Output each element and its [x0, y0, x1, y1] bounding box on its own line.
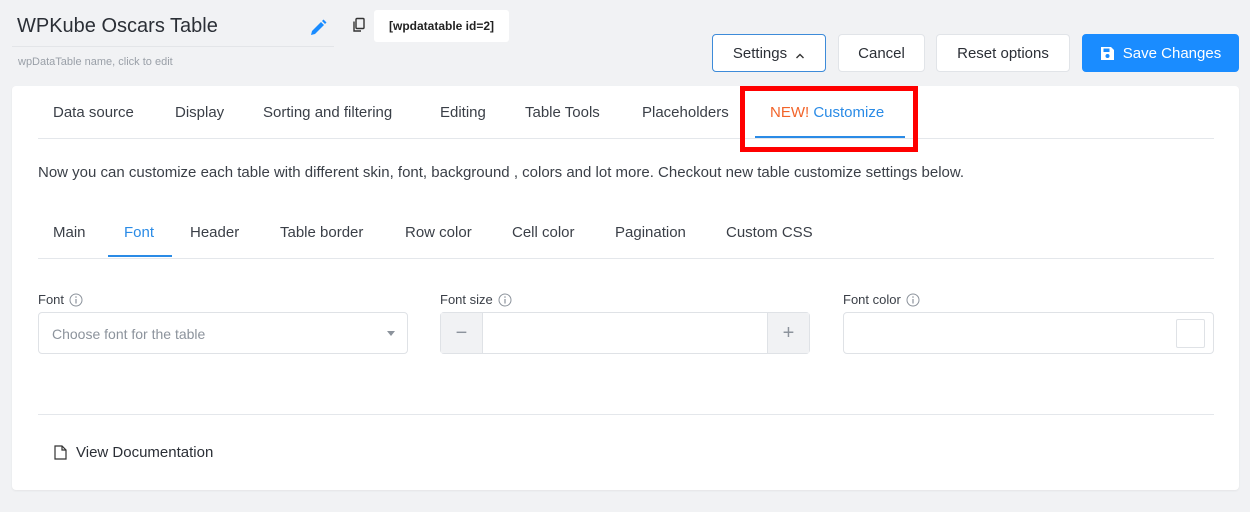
save-changes-button[interactable]: Save Changes	[1082, 34, 1239, 72]
font-label: Font	[38, 292, 65, 307]
reset-options-button[interactable]: Reset options	[936, 34, 1070, 72]
tab-editing[interactable]: Editing	[440, 104, 486, 121]
caret-down-icon	[387, 331, 395, 336]
tab-sorting-and-filtering[interactable]: Sorting and filtering	[263, 104, 392, 121]
table-name[interactable]: WPKube Oscars Table	[17, 15, 218, 38]
chevron-up-icon	[795, 48, 805, 59]
settings-tabs: Data source Display Sorting and filterin…	[38, 86, 1214, 139]
settings-panel: Data source Display Sorting and filterin…	[12, 86, 1239, 490]
pencil-icon[interactable]	[308, 18, 328, 38]
cancel-button[interactable]: Cancel	[838, 34, 925, 72]
subtab-custom-css[interactable]: Custom CSS	[726, 224, 813, 241]
subtab-header[interactable]: Header	[190, 224, 239, 241]
font-size-label: Font size	[440, 292, 493, 307]
info-icon[interactable]	[906, 293, 920, 307]
customize-info-text: Now you can customize each table with di…	[38, 164, 965, 181]
font-size-input[interactable]	[483, 313, 767, 353]
tab-customize-label: Customize	[813, 104, 885, 121]
tab-placeholders[interactable]: Placeholders	[642, 104, 729, 121]
save-changes-label: Save Changes	[1122, 44, 1222, 62]
plus-icon[interactable]: +	[767, 313, 809, 353]
font-color-field-label: Font color	[843, 292, 920, 307]
font-select-placeholder: Choose font for the table	[52, 326, 206, 342]
tab-table-tools[interactable]: Table Tools	[525, 104, 600, 121]
subtab-cell-color[interactable]: Cell color	[512, 224, 575, 241]
divider	[38, 414, 1214, 415]
shortcode-badge[interactable]: [wpdatatable id=2]	[374, 10, 509, 42]
minus-icon[interactable]: −	[441, 313, 483, 353]
table-name-field[interactable]: WPKube Oscars Table	[12, 4, 334, 47]
color-swatch[interactable]	[1176, 319, 1205, 348]
font-field-label: Font	[38, 292, 83, 307]
copy-icon[interactable]	[351, 17, 367, 33]
font-color-picker[interactable]	[843, 312, 1214, 354]
font-size-field-label: Font size	[440, 292, 512, 307]
view-documentation-label: View Documentation	[76, 444, 214, 461]
active-tab-indicator	[755, 136, 905, 138]
info-icon[interactable]	[69, 293, 83, 307]
active-subtab-indicator	[108, 255, 172, 257]
font-color-label: Font color	[843, 292, 901, 307]
tab-data-source[interactable]: Data source	[53, 104, 134, 121]
new-badge: NEW!	[770, 104, 810, 121]
subtab-table-border[interactable]: Table border	[280, 224, 363, 241]
font-select[interactable]: Choose font for the table	[38, 312, 408, 354]
tab-customize[interactable]: NEW! Customize	[770, 104, 884, 121]
subtab-pagination[interactable]: Pagination	[615, 224, 686, 241]
font-size-stepper[interactable]: − +	[440, 312, 810, 354]
view-documentation-link[interactable]: View Documentation	[54, 444, 213, 461]
subtab-font[interactable]: Font	[124, 224, 154, 241]
info-icon[interactable]	[498, 293, 512, 307]
floppy-disk-icon	[1100, 46, 1114, 60]
subtab-row-color[interactable]: Row color	[405, 224, 472, 241]
tab-display[interactable]: Display	[175, 104, 224, 121]
settings-label: Settings	[732, 44, 788, 62]
document-icon	[54, 445, 67, 460]
settings-button[interactable]: Settings	[712, 34, 826, 72]
table-name-hint: wpDataTable name, click to edit	[18, 56, 173, 68]
customize-subtabs: Main Font Header Table border Row color …	[38, 204, 1214, 259]
subtab-main[interactable]: Main	[53, 224, 86, 241]
